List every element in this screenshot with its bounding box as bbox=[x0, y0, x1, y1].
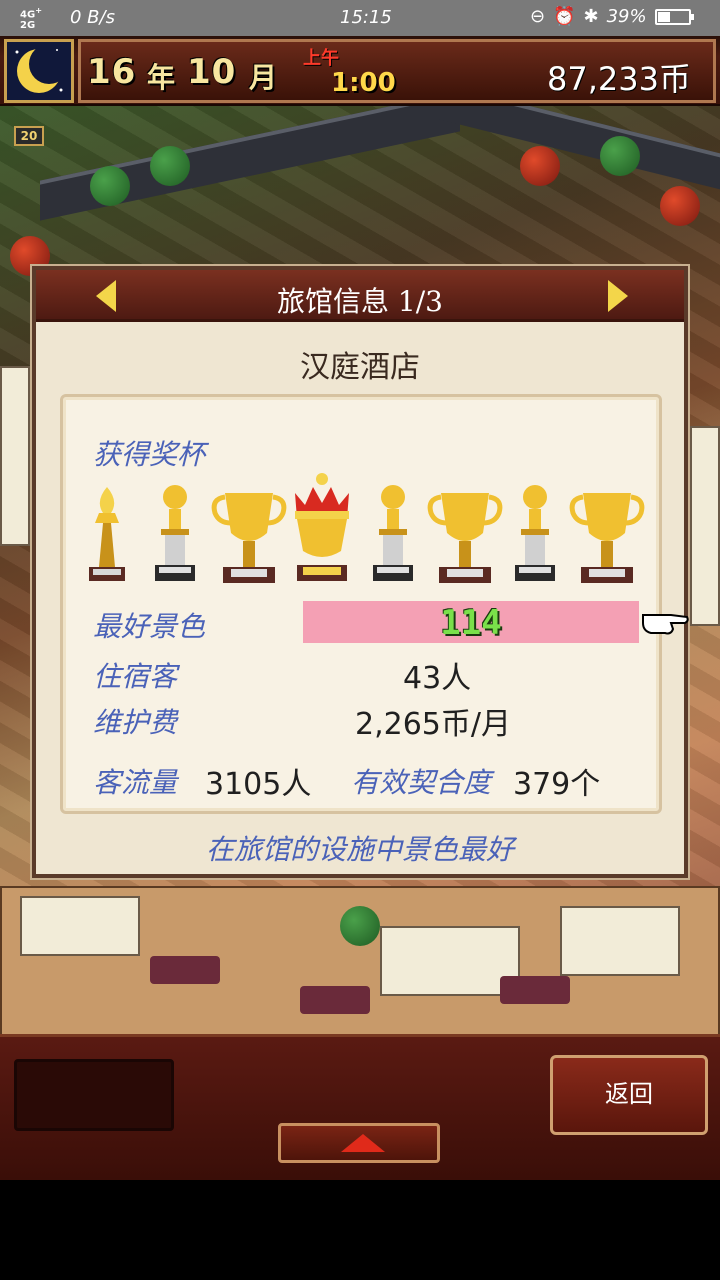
sofa bbox=[150, 956, 220, 984]
dialog-title: 旅馆信息 1/3 bbox=[277, 285, 443, 318]
tree bbox=[150, 146, 190, 186]
figure-trophy-icon bbox=[155, 485, 195, 581]
date-panel: 16 年 10 月 上午 1:00 87,233币 bbox=[78, 39, 716, 103]
red-tree bbox=[520, 146, 560, 186]
room-wall bbox=[20, 896, 140, 956]
roof-tile bbox=[420, 106, 720, 190]
year-number: 16 bbox=[87, 52, 137, 92]
tree bbox=[90, 166, 130, 206]
lock-rotation-icon: ⊖ bbox=[530, 6, 546, 27]
game-header: 16 年 10 月 上午 1:00 87,233币 bbox=[0, 36, 720, 106]
figure-trophy-icon bbox=[515, 485, 555, 581]
battery-percent: 39% bbox=[606, 6, 647, 27]
bluetooth-icon: ✱ bbox=[583, 6, 599, 27]
contracts-value: 379个 bbox=[513, 767, 601, 802]
tree bbox=[340, 906, 380, 946]
info-slot bbox=[14, 1059, 174, 1131]
cup-trophy-icon bbox=[211, 493, 287, 583]
month-number: 10 bbox=[187, 52, 237, 92]
traffic-value: 3105人 bbox=[205, 767, 312, 802]
guests-value: 43人 bbox=[403, 661, 472, 696]
red-tree bbox=[660, 186, 700, 226]
month-unit: 月 bbox=[249, 61, 279, 94]
tree bbox=[600, 136, 640, 176]
pointing-hand-icon bbox=[642, 614, 689, 635]
best-scenery-bar: 114 bbox=[303, 601, 639, 643]
awards-label: 获得奖杯 bbox=[93, 438, 206, 471]
room-wall bbox=[0, 366, 30, 546]
ampm-label: 上午 bbox=[303, 48, 339, 69]
maintenance-label: 维护费 bbox=[93, 706, 178, 739]
inn-info-dialog: 旅馆信息 1/3 汉庭酒店 获得奖杯 最好景色 114 住宿客 43人 维护费 … bbox=[32, 266, 689, 878]
status-bar: 4G+ 2G 0 B/s 15:15 ⊖ ⏰ ✱ 39% bbox=[0, 0, 720, 36]
contracts-label: 有效契合度 bbox=[351, 766, 492, 799]
expand-menu-button[interactable] bbox=[278, 1123, 440, 1163]
figure-trophy-icon bbox=[373, 485, 413, 581]
dialog-footer-note: 在旅馆的设施中景色最好 bbox=[205, 833, 514, 866]
info-panel: 获得奖杯 最好景色 114 住宿客 43人 维护费 2,265币/月 客流量 3… bbox=[60, 394, 689, 814]
sofa bbox=[500, 976, 570, 1004]
trophy-row bbox=[85, 471, 645, 583]
status-time: 15:15 bbox=[340, 7, 392, 28]
sofa bbox=[300, 986, 370, 1014]
torch-trophy-icon bbox=[89, 487, 125, 581]
best-scenery-value: 114 bbox=[440, 603, 502, 643]
level-badge: 20 bbox=[14, 126, 44, 146]
room-wall bbox=[690, 426, 720, 626]
bottom-bar: 返回 bbox=[0, 1034, 720, 1180]
network-indicator: 4G+ 2G bbox=[20, 5, 43, 32]
dialog-header: 旅馆信息 1/3 bbox=[36, 270, 684, 322]
alarm-icon: ⏰ bbox=[553, 6, 576, 27]
traffic-label: 客流量 bbox=[93, 766, 178, 799]
hotel-name: 汉庭酒店 bbox=[300, 350, 420, 385]
next-page-arrow-icon[interactable] bbox=[608, 280, 628, 312]
best-scenery-label: 最好景色 bbox=[93, 610, 206, 643]
coin-balance: 87,233币 bbox=[547, 60, 691, 98]
game-clock: 1:00 bbox=[331, 68, 396, 98]
moon-icon[interactable] bbox=[4, 39, 74, 103]
cup-trophy-icon bbox=[427, 493, 503, 583]
network-speed: 0 B/s bbox=[70, 7, 115, 28]
room-wall bbox=[560, 906, 680, 976]
battery-icon bbox=[654, 8, 694, 25]
maintenance-value: 2,265币/月 bbox=[355, 707, 511, 742]
year-unit: 年 bbox=[147, 61, 177, 94]
back-button[interactable]: 返回 bbox=[550, 1055, 708, 1135]
cup-trophy-icon bbox=[569, 493, 645, 583]
up-arrow-icon bbox=[341, 1134, 385, 1152]
guests-label: 住宿客 bbox=[93, 660, 178, 693]
room-wall bbox=[380, 926, 520, 996]
crown-trophy-icon bbox=[295, 473, 349, 581]
